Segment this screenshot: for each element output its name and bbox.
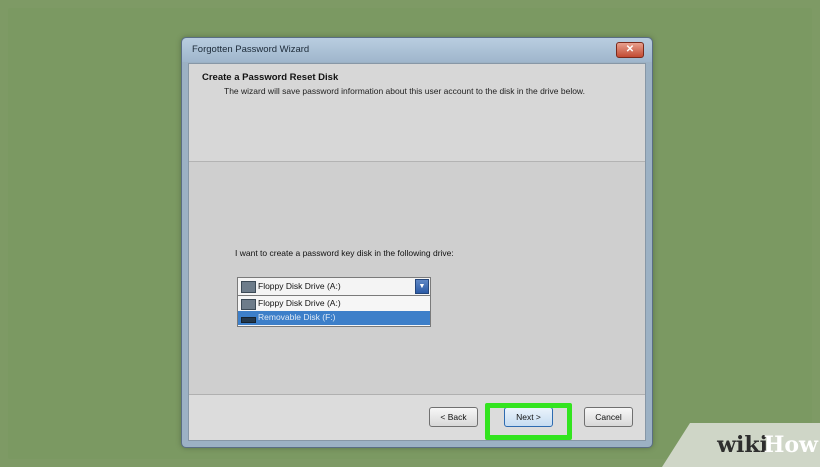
removable-disk-icon (241, 317, 256, 323)
drive-prompt-label: I want to create a password key disk in … (235, 248, 454, 258)
next-button-highlight (485, 403, 572, 440)
drive-dropdown-list: Floppy Disk Drive (A:) Removable Disk (F… (237, 295, 431, 327)
footer-divider (189, 394, 645, 395)
drive-select[interactable]: Floppy Disk Drive (A:) ▼ (237, 277, 431, 296)
drive-select-value: Floppy Disk Drive (A:) (258, 281, 341, 291)
cancel-button[interactable]: Cancel (584, 407, 633, 427)
wizard-window: Forgotten Password Wizard ✕ Create a Pas… (181, 37, 653, 448)
dropdown-option-label: Removable Disk (F:) (258, 312, 336, 322)
dropdown-option-floppy[interactable]: Floppy Disk Drive (A:) (238, 297, 430, 311)
wizard-body: I want to create a password key disk in … (189, 162, 645, 394)
wizard-client-area: Create a Password Reset Disk The wizard … (188, 63, 646, 441)
title-bar[interactable]: Forgotten Password Wizard ✕ (182, 38, 652, 62)
window-title: Forgotten Password Wizard (192, 44, 310, 55)
page-title: Create a Password Reset Disk (202, 72, 339, 83)
floppy-drive-icon (241, 299, 256, 310)
chevron-down-icon[interactable]: ▼ (415, 279, 429, 294)
back-button[interactable]: < Back (429, 407, 478, 427)
page-description: The wizard will save password informatio… (224, 86, 585, 96)
close-icon[interactable]: ✕ (616, 42, 644, 58)
dropdown-option-removable[interactable]: Removable Disk (F:) (238, 311, 430, 325)
dropdown-option-label: Floppy Disk Drive (A:) (258, 298, 341, 308)
watermark-wiki-text: wiki (717, 432, 768, 458)
floppy-drive-icon (241, 281, 256, 293)
wizard-header: Create a Password Reset Disk The wizard … (189, 64, 645, 162)
watermark-how-text: How (763, 432, 818, 458)
